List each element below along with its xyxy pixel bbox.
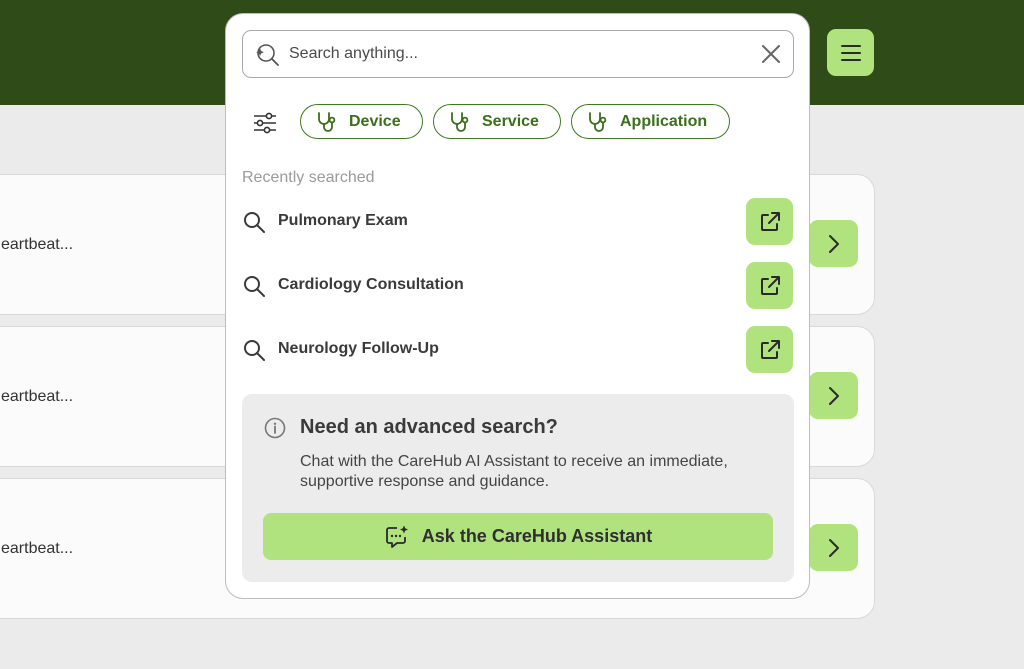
recent-searches-title: Recently searched <box>242 169 375 186</box>
filter-chip-service[interactable]: Service <box>433 104 561 139</box>
card-arrow-button[interactable] <box>809 220 858 267</box>
external-link-icon <box>760 339 780 359</box>
recent-search-label: Neurology Follow-Up <box>278 340 439 357</box>
filter-chip-label: Service <box>482 112 539 130</box>
chevron-right-icon <box>828 538 839 557</box>
search-icon <box>244 212 265 233</box>
card-arrow-button[interactable] <box>809 372 858 419</box>
chevron-right-icon <box>828 386 839 405</box>
recent-search-label: Cardiology Consultation <box>278 276 464 293</box>
ask-assistant-button[interactable]: Ask the CareHub Assistant <box>263 513 773 560</box>
stethoscope-icon <box>589 111 607 132</box>
external-link-icon <box>760 211 780 231</box>
info-icon <box>264 417 286 439</box>
menu-button[interactable] <box>827 29 874 76</box>
card-text: eartbeat... <box>1 235 74 253</box>
close-icon[interactable] <box>759 42 783 66</box>
card-text: eartbeat... <box>1 387 74 405</box>
external-link-icon <box>760 275 780 295</box>
ask-assistant-label: Ask the CareHub Assistant <box>421 526 653 546</box>
ai-search-icon <box>256 44 279 66</box>
card-arrow-button[interactable] <box>809 524 858 571</box>
open-external-button[interactable] <box>746 262 793 309</box>
stethoscope-icon <box>318 111 336 132</box>
search-box <box>242 30 794 78</box>
filter-chip-application[interactable]: Application <box>571 104 730 139</box>
recent-search-item[interactable]: Neurology Follow-Up <box>242 326 794 374</box>
search-icon <box>244 276 265 297</box>
filter-bar: Device Service Application <box>242 104 794 140</box>
recent-search-item[interactable]: Cardiology Consultation <box>242 262 794 310</box>
sliders-icon[interactable] <box>252 110 278 136</box>
card-text: eartbeat... <box>1 539 74 557</box>
hamburger-menu-icon <box>840 44 861 61</box>
filter-chip-label: Application <box>620 112 708 130</box>
filter-chip-device[interactable]: Device <box>300 104 423 139</box>
advanced-search-box: Need an advanced search? Chat with the C… <box>242 394 794 582</box>
recent-search-item[interactable]: Pulmonary Exam <box>242 198 794 246</box>
search-panel: Device Service Application Recently sear… <box>225 13 810 599</box>
open-external-button[interactable] <box>746 326 793 373</box>
search-input[interactable] <box>289 39 749 69</box>
recent-search-label: Pulmonary Exam <box>278 212 408 229</box>
ai-chat-icon <box>385 525 408 548</box>
advanced-search-description: Chat with the CareHub AI Assistant to re… <box>300 453 728 490</box>
chevron-right-icon <box>828 234 839 253</box>
open-external-button[interactable] <box>746 198 793 245</box>
filter-chip-label: Device <box>349 112 401 130</box>
advanced-search-title: Need an advanced search? <box>300 416 558 438</box>
search-icon <box>244 340 265 361</box>
stethoscope-icon <box>451 111 469 132</box>
